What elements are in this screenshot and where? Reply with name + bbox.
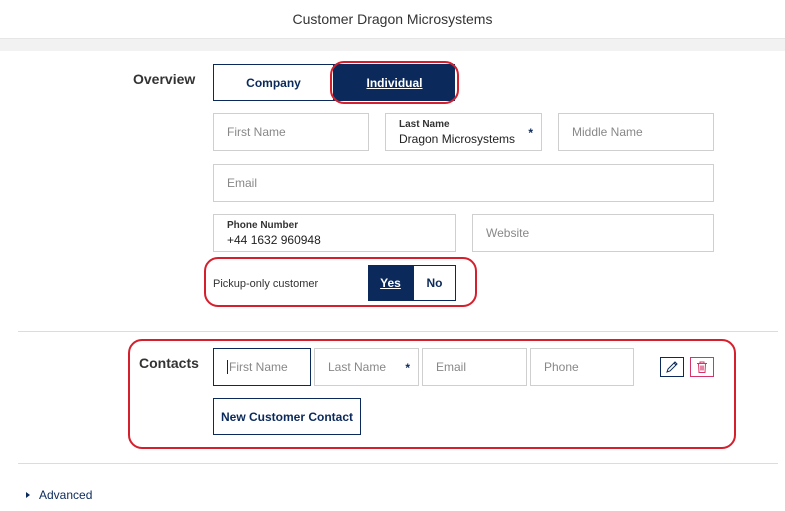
last-name-value: Dragon Microsystems — [399, 132, 516, 146]
contact-first-name-placeholder: First Name — [227, 360, 288, 374]
new-customer-contact-button[interactable]: New Customer Contact — [213, 398, 361, 435]
email-field[interactable]: Email — [213, 164, 714, 202]
email-placeholder: Email — [227, 176, 258, 190]
edit-contact-button[interactable] — [660, 357, 684, 377]
advanced-toggle[interactable]: Advanced — [26, 488, 92, 502]
phone-number-label: Phone Number — [227, 220, 299, 231]
required-marker: * — [528, 126, 533, 140]
contacts-section-title: Contacts — [139, 355, 199, 371]
pickup-no-button[interactable]: No — [413, 265, 456, 301]
section-divider — [18, 463, 778, 464]
delete-contact-button[interactable] — [690, 357, 714, 377]
page-header: Customer Dragon Microsystems — [0, 0, 785, 39]
section-divider — [18, 331, 778, 332]
middle-name-placeholder: Middle Name — [572, 125, 643, 139]
contact-phone-placeholder: Phone — [544, 360, 579, 374]
contact-email-placeholder: Email — [436, 360, 467, 374]
last-name-label: Last Name — [399, 119, 450, 130]
phone-number-field[interactable]: Phone Number +44 1632 960948 — [213, 214, 456, 252]
contact-phone-input[interactable]: Phone — [530, 348, 634, 386]
individual-option-button[interactable]: Individual — [334, 64, 455, 101]
page-title: Customer Dragon Microsystems — [292, 11, 493, 27]
middle-name-field[interactable]: Middle Name — [558, 113, 714, 151]
required-marker: * — [405, 361, 410, 375]
advanced-label: Advanced — [39, 488, 93, 502]
header-band — [0, 39, 785, 51]
contact-first-name-input[interactable]: First Name — [213, 348, 311, 386]
pickup-yes-button[interactable]: Yes — [368, 265, 413, 301]
phone-number-value: +44 1632 960948 — [227, 233, 321, 247]
first-name-placeholder: First Name — [227, 125, 286, 139]
website-field[interactable]: Website — [472, 214, 714, 252]
last-name-field[interactable]: Last Name Dragon Microsystems * — [385, 113, 542, 151]
contact-last-name-placeholder: Last Name — [328, 360, 387, 374]
first-name-field[interactable]: First Name — [213, 113, 369, 151]
caret-right-icon — [26, 492, 30, 498]
website-placeholder: Website — [486, 226, 530, 240]
pencil-icon — [666, 361, 678, 373]
overview-section-title: Overview — [133, 71, 196, 87]
company-option-button[interactable]: Company — [213, 64, 334, 101]
pickup-only-label: Pickup-only customer — [213, 278, 319, 290]
contact-email-input[interactable]: Email — [422, 348, 527, 386]
trash-icon — [697, 361, 707, 373]
contact-last-name-input[interactable]: Last Name * — [314, 348, 419, 386]
